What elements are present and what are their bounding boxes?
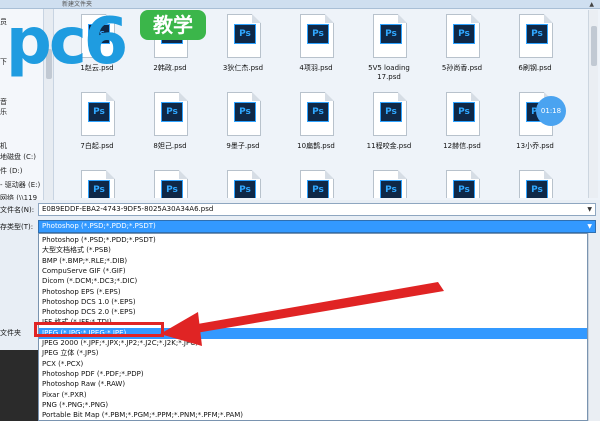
photoshop-icon: Ps bbox=[307, 24, 329, 44]
photoshop-icon: Ps bbox=[380, 102, 402, 122]
psd-file-item[interactable]: Ps 10扁鹊.psd bbox=[285, 90, 347, 160]
psd-file-item[interactable]: Ps bbox=[431, 168, 493, 198]
photoshop-icon: Ps bbox=[380, 24, 402, 44]
photoshop-icon: Ps bbox=[307, 102, 329, 122]
photoshop-icon: Ps bbox=[307, 180, 329, 198]
psd-file-item[interactable]: Ps 4项羽.psd bbox=[285, 12, 347, 82]
psd-file-item[interactable]: Ps 8妲己.psd bbox=[139, 90, 201, 160]
nav-item[interactable]: 机 bbox=[0, 141, 7, 151]
photoshop-icon: Ps bbox=[88, 180, 110, 198]
save-type-label: 存类型(T): bbox=[0, 223, 34, 231]
photoshop-icon: Ps bbox=[161, 102, 183, 122]
scroll-up-arrow-icon[interactable]: ▲ bbox=[589, 1, 594, 8]
psd-file-item[interactable]: Ps 9墨子.psd bbox=[212, 90, 274, 160]
logo-badge: 教学 bbox=[140, 10, 206, 40]
nav-item[interactable]: 音 bbox=[0, 97, 7, 107]
file-name: 6刷钢.psd bbox=[518, 64, 552, 72]
photoshop-icon: Ps bbox=[526, 24, 548, 44]
file-name: 10扁鹊.psd bbox=[297, 142, 335, 150]
photoshop-icon: Ps bbox=[453, 102, 475, 122]
dark-panel bbox=[0, 350, 38, 421]
file-name: 9墨子.psd bbox=[226, 142, 260, 150]
psd-file-item[interactable]: Ps bbox=[504, 168, 566, 198]
nav-item[interactable]: 件 (D:) bbox=[0, 166, 22, 176]
psd-file-item[interactable]: Ps 5V5 loading 17.psd bbox=[358, 12, 420, 82]
file-name: 11程咬金.psd bbox=[366, 142, 412, 150]
psd-file-item[interactable]: Ps bbox=[139, 168, 201, 198]
file-name: 4项羽.psd bbox=[299, 64, 333, 72]
psd-file-item[interactable]: Ps bbox=[358, 168, 420, 198]
file-name: 5孙尚香.psd bbox=[441, 64, 483, 72]
psd-file-item[interactable]: Ps 12赫信.psd bbox=[431, 90, 493, 160]
file-name: 8妲己.psd bbox=[153, 142, 187, 150]
pc6-logo: pc6 教学 bbox=[6, 6, 226, 78]
recording-timer-badge: 01:18 bbox=[536, 96, 566, 126]
file-name: 5V5 loading 17.psd bbox=[368, 64, 410, 81]
scroll-thumb[interactable] bbox=[591, 26, 597, 66]
photoshop-icon: Ps bbox=[453, 24, 475, 44]
chevron-down-icon[interactable]: ▼ bbox=[587, 204, 592, 215]
logo-text: pc6 bbox=[6, 5, 128, 79]
nav-item[interactable]: 乐 bbox=[0, 107, 7, 117]
nav-item[interactable]: - 驱动器 (E:) bbox=[0, 180, 40, 190]
psd-file-item[interactable]: Ps bbox=[212, 168, 274, 198]
file-name: 12赫信.psd bbox=[443, 142, 481, 150]
psd-file-item[interactable]: Ps 5孙尚香.psd bbox=[431, 12, 493, 82]
filename-input[interactable]: E0B9EDDF-EBA2-4743-9DF5-8025A30A34A6.psd… bbox=[38, 203, 596, 216]
psd-file-item[interactable]: Ps 7白起.psd bbox=[66, 90, 128, 160]
filename-value: E0B9EDDF-EBA2-4743-9DF5-8025A30A34A6.psd bbox=[42, 205, 214, 213]
save-type-value: Photoshop (*.PSD;*.PDD;*.PSDT) bbox=[42, 222, 156, 230]
dropdown-scrollbar[interactable] bbox=[588, 233, 600, 421]
chevron-down-icon[interactable]: ▼ bbox=[587, 221, 592, 232]
photoshop-icon: Ps bbox=[161, 180, 183, 198]
photoshop-icon: Ps bbox=[234, 180, 256, 198]
save-type-select[interactable]: Photoshop (*.PSD;*.PDD;*.PSDT) ▼ bbox=[38, 220, 596, 233]
jpeg-highlight-box bbox=[34, 322, 164, 337]
photoshop-icon: Ps bbox=[526, 180, 548, 198]
photoshop-icon: Ps bbox=[380, 180, 402, 198]
photoshop-icon: Ps bbox=[234, 24, 256, 44]
psd-file-item[interactable]: Ps bbox=[285, 168, 347, 198]
nav-item[interactable]: 地磁盘 (C:) bbox=[0, 152, 36, 162]
save-type-option[interactable]: Portable Bit Map (*.PBM;*.PGM;*.PPM;*.PN… bbox=[39, 410, 587, 420]
file-name: 7白起.psd bbox=[80, 142, 114, 150]
photoshop-icon: Ps bbox=[453, 180, 475, 198]
psd-file-item[interactable]: Ps bbox=[66, 168, 128, 198]
photoshop-icon: Ps bbox=[234, 102, 256, 122]
folder-label: 文件夹 bbox=[0, 329, 21, 337]
photoshop-icon: Ps bbox=[88, 102, 110, 122]
psd-file-item[interactable]: Ps 11程咬金.psd bbox=[358, 90, 420, 160]
psd-file-item[interactable]: Ps 6刷钢.psd bbox=[504, 12, 566, 82]
file-grid-scrollbar[interactable] bbox=[588, 10, 598, 198]
file-name: 13小乔.psd bbox=[516, 142, 554, 150]
filename-label: 文件名(N): bbox=[0, 206, 35, 214]
